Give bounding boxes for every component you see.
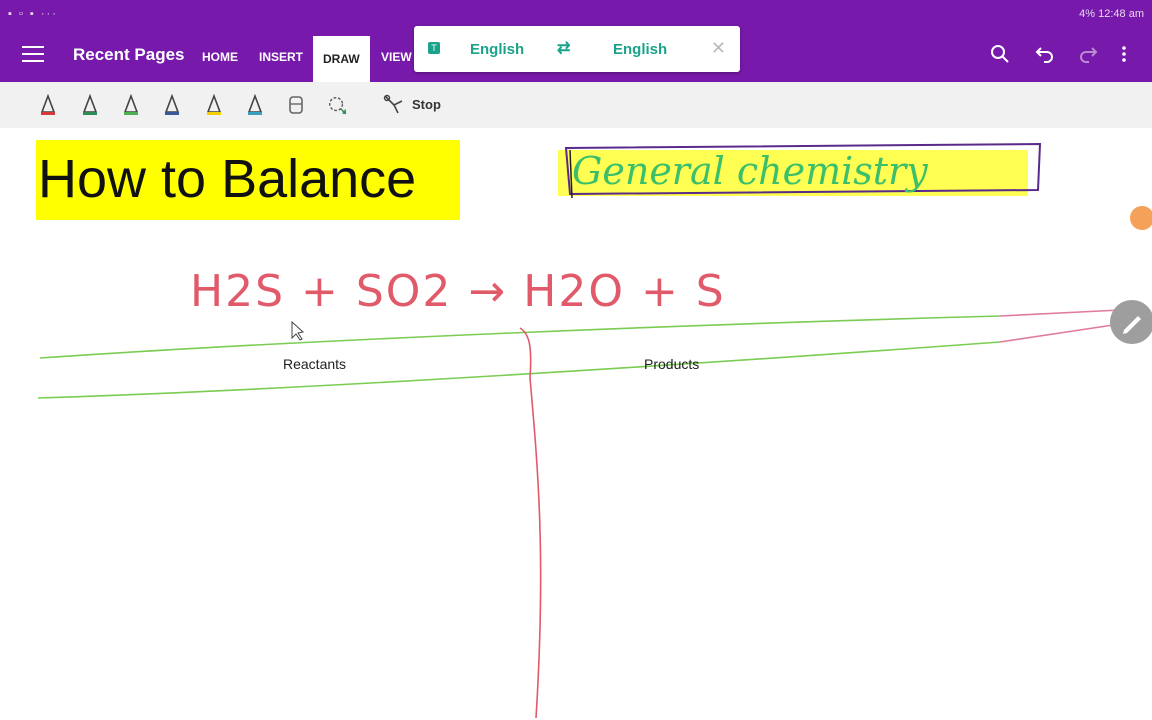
- status-icons: ▪ ▫ ▪ ···: [8, 8, 58, 20]
- reactants-label: Reactants: [283, 356, 347, 372]
- to-language[interactable]: English: [613, 41, 667, 58]
- recent-pages[interactable]: Recent Pages: [73, 45, 185, 65]
- menu-icon[interactable]: [22, 46, 44, 64]
- tab-view[interactable]: VIEW: [381, 50, 412, 64]
- stop-pen-icon: [383, 94, 403, 114]
- lower-divider-line: [37, 341, 1001, 399]
- redo-icon[interactable]: [1078, 44, 1098, 70]
- search-icon[interactable]: [990, 44, 1010, 70]
- undo-icon[interactable]: [1035, 44, 1055, 70]
- highlighter-yellow-icon[interactable]: [204, 94, 224, 116]
- ink-layer: General chemistry H2S + SO2 → H2O + S: [37, 142, 1121, 719]
- stop-inking-button[interactable]: Stop: [382, 93, 441, 117]
- draw-toolbar: Stop: [0, 82, 1152, 129]
- floating-pen-button[interactable]: [1110, 300, 1152, 344]
- pen-green-icon[interactable]: [121, 94, 141, 116]
- from-language[interactable]: English: [470, 41, 524, 58]
- pen-blue-icon[interactable]: [162, 94, 182, 116]
- more-options-icon[interactable]: [1120, 44, 1128, 70]
- tab-insert[interactable]: INSERT: [259, 50, 303, 64]
- lasso-select-icon[interactable]: [327, 94, 347, 116]
- upper-divider-tail: [999, 309, 1121, 317]
- tag-text: General chemistry: [572, 149, 928, 193]
- floating-handle-icon[interactable]: [1130, 206, 1152, 230]
- highlighter-cyan-icon[interactable]: [245, 94, 265, 116]
- pen-dark-green-icon[interactable]: [80, 94, 100, 116]
- tab-draw[interactable]: DRAW: [313, 36, 370, 82]
- products-label: Products: [644, 356, 700, 372]
- swap-languages-icon[interactable]: ⇄: [557, 38, 570, 58]
- cursor-icon: [291, 320, 305, 341]
- stop-label: Stop: [412, 97, 441, 112]
- translator-bar: T English ⇄ English ✕: [414, 26, 740, 72]
- pencil-icon: [1123, 316, 1141, 334]
- lower-divider-tail: [999, 323, 1121, 343]
- tab-home[interactable]: HOME: [202, 50, 238, 64]
- translate-icon: T: [428, 42, 440, 54]
- close-icon[interactable]: ✕: [711, 38, 726, 59]
- eraser-icon[interactable]: [286, 94, 306, 116]
- pen-red-icon[interactable]: [38, 94, 58, 116]
- note-canvas[interactable]: How to Balance General chemistry H2S + S…: [0, 128, 1152, 720]
- equation-text: H2S + SO2 → H2O + S: [190, 266, 726, 317]
- vertical-divider-line: [519, 327, 542, 719]
- status-time: 4% 12:48 am: [1079, 8, 1144, 20]
